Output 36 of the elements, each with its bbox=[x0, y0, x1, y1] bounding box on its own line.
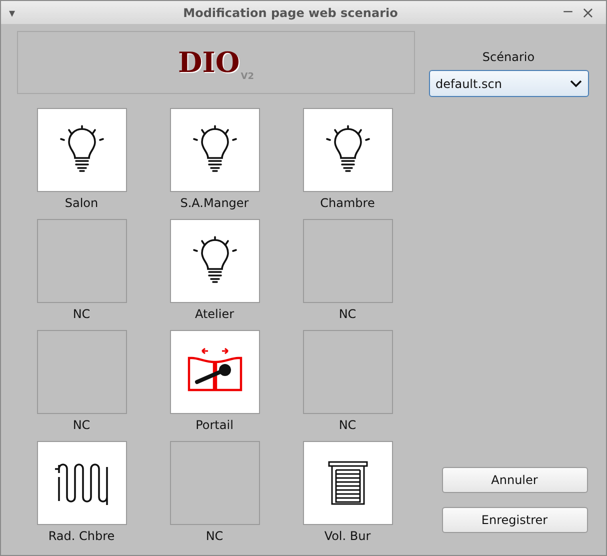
empty-tile[interactable] bbox=[170, 441, 260, 525]
empty-tile[interactable] bbox=[302, 330, 392, 414]
cancel-button[interactable]: Annuler bbox=[442, 467, 588, 493]
tile-label: NC bbox=[338, 307, 356, 322]
tile-label: Salon bbox=[64, 196, 98, 211]
tile-label: Rad. Chbre bbox=[48, 529, 115, 544]
radiator-icon bbox=[52, 461, 110, 505]
window-menu-button[interactable]: ▾ bbox=[9, 4, 23, 22]
close-button[interactable]: × bbox=[578, 0, 598, 24]
empty-tile[interactable] bbox=[36, 330, 126, 414]
scenario-dropdown[interactable]: default.scn bbox=[428, 70, 588, 97]
minimize-button[interactable]: − bbox=[558, 2, 578, 23]
device-tile[interactable] bbox=[36, 441, 126, 525]
tile-label: S.A.Manger bbox=[180, 196, 249, 211]
device-tile[interactable] bbox=[302, 441, 392, 525]
tile-label: NC bbox=[72, 418, 90, 433]
window-title: Modification page web scenario bbox=[182, 4, 399, 22]
tile-label: Chambre bbox=[320, 196, 375, 211]
roller-shutter-icon bbox=[328, 461, 368, 505]
tile-label: NC bbox=[72, 307, 90, 322]
empty-tile[interactable] bbox=[36, 219, 126, 303]
tile-label: Atelier bbox=[194, 307, 234, 322]
device-tile[interactable] bbox=[170, 330, 260, 414]
tile-label: Portail bbox=[196, 418, 234, 433]
logo-text: DIO bbox=[178, 48, 240, 76]
device-tile[interactable] bbox=[170, 219, 260, 303]
device-tile[interactable] bbox=[36, 108, 126, 192]
chevron-down-icon bbox=[570, 80, 582, 88]
scenario-label: Scénario bbox=[482, 49, 535, 66]
device-tile[interactable] bbox=[170, 108, 260, 192]
device-tile[interactable] bbox=[302, 108, 392, 192]
empty-tile[interactable] bbox=[302, 219, 392, 303]
tile-label: NC bbox=[206, 529, 224, 544]
tile-label: NC bbox=[338, 418, 356, 433]
tile-label: Vol. Bur bbox=[324, 529, 371, 544]
save-button[interactable]: Enregistrer bbox=[442, 507, 588, 533]
